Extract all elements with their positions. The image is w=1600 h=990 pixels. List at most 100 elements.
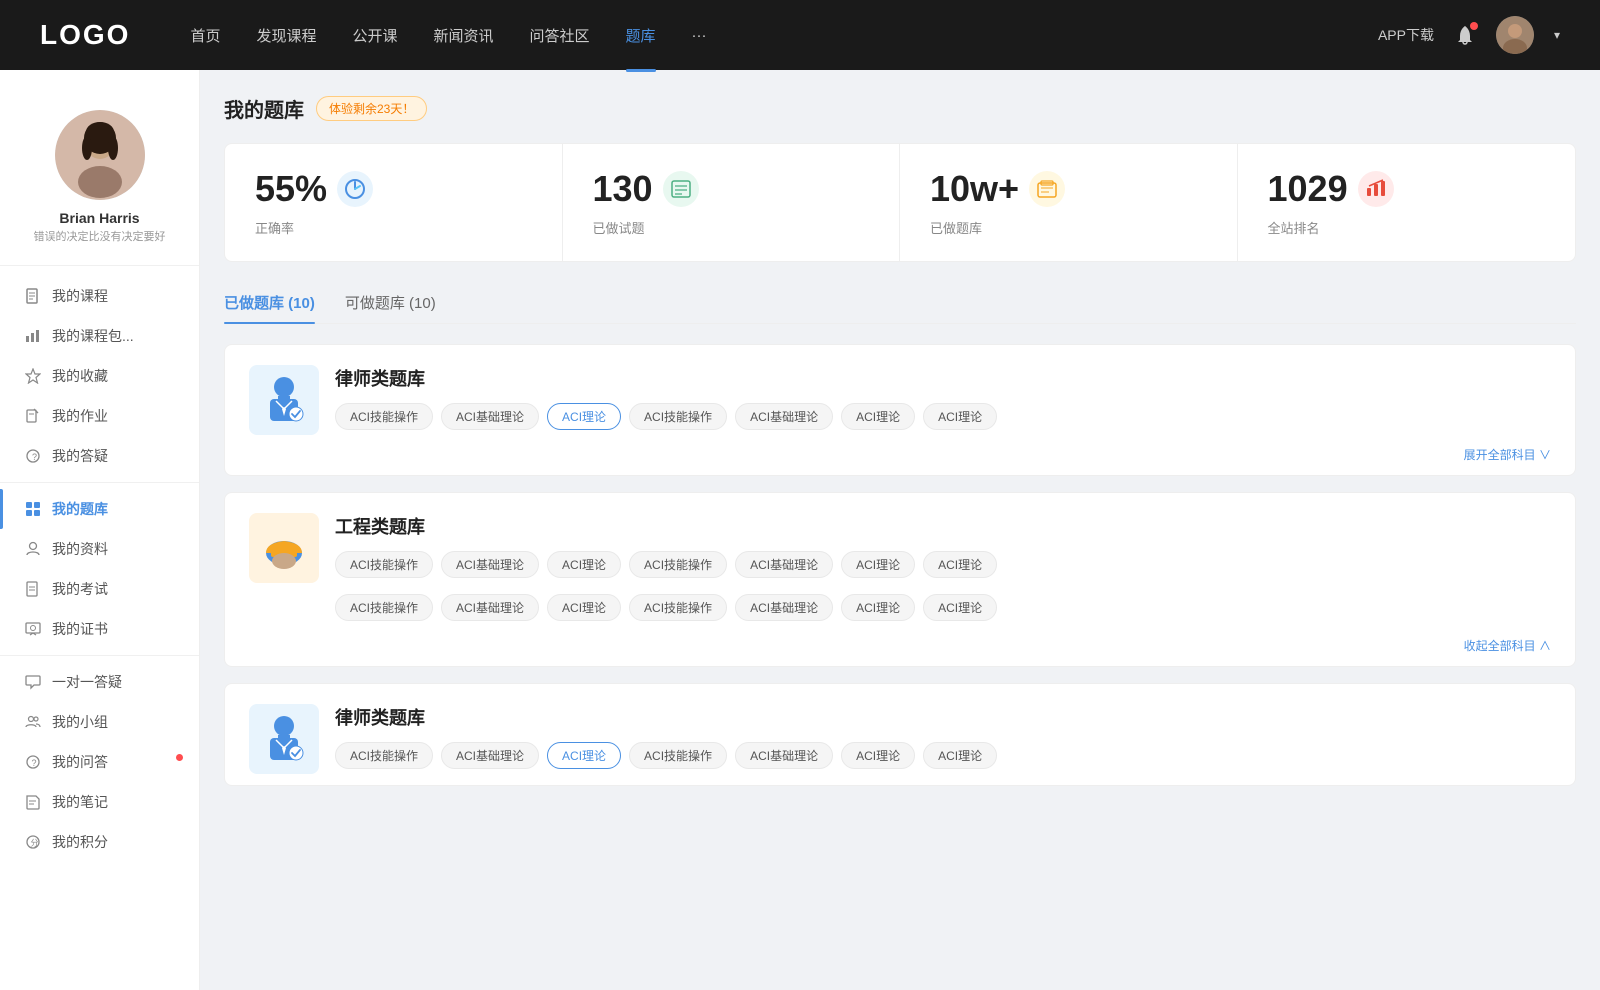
sidebar-label-cert: 我的证书: [52, 619, 108, 639]
stats-row: 55% 正确率 130 已做试题 10w+: [224, 143, 1576, 262]
tag-l1-7[interactable]: ACI理论: [923, 403, 997, 430]
group-icon: [24, 713, 42, 731]
tag-e1-6[interactable]: ACI理论: [841, 551, 915, 578]
sidebar-divider-1: [0, 482, 199, 483]
profile-section: Brian Harris 错误的决定比没有决定要好: [0, 90, 199, 266]
tag-e2-6[interactable]: ACI理论: [841, 594, 915, 621]
tag-l2-1[interactable]: ACI技能操作: [335, 742, 433, 769]
sidebar-menu: 我的课程 我的课程包... 我的收藏 我的作业: [0, 276, 199, 862]
stat-done-q-label: 已做试题: [593, 218, 870, 237]
navbar-right: APP下载 ▾: [1378, 16, 1560, 54]
tag-e1-7[interactable]: ACI理论: [923, 551, 997, 578]
tag-l1-2[interactable]: ACI基础理论: [441, 403, 539, 430]
accuracy-icon: [337, 171, 373, 207]
sidebar-item-cert[interactable]: 我的证书: [0, 609, 199, 649]
main-wrapper: Brian Harris 错误的决定比没有决定要好 我的课程 我的课程包...: [0, 0, 1600, 990]
sidebar-item-exam[interactable]: 我的考试: [0, 569, 199, 609]
user-menu-chevron[interactable]: ▾: [1554, 28, 1560, 42]
bank-tags-lawyer-2: ACI技能操作 ACI基础理论 ACI理论 ACI技能操作 ACI基础理论 AC…: [335, 742, 1551, 785]
tag-e1-4[interactable]: ACI技能操作: [629, 551, 727, 578]
sidebar-item-notes[interactable]: 我的笔记: [0, 782, 199, 822]
bank-card-engineer-1: 工程类题库 ACI技能操作 ACI基础理论 ACI理论 ACI技能操作 ACI基…: [224, 492, 1576, 667]
done-q-icon: [663, 171, 699, 207]
doc-icon: [24, 287, 42, 305]
score-icon: 分: [24, 833, 42, 851]
stat-accuracy: 55% 正确率: [225, 144, 563, 261]
sidebar-label-myqa: 我的问答: [52, 752, 108, 772]
nav-qa[interactable]: 问答社区: [530, 25, 590, 46]
tag-l2-4[interactable]: ACI技能操作: [629, 742, 727, 769]
tag-l1-6[interactable]: ACI理论: [841, 403, 915, 430]
svg-text:?: ?: [32, 452, 37, 462]
tag-l2-3[interactable]: ACI理论: [547, 742, 621, 769]
user-avatar[interactable]: [1496, 16, 1534, 54]
trial-badge: 体验剩余23天！: [316, 96, 427, 121]
sidebar-item-1on1[interactable]: 一对一答疑: [0, 662, 199, 702]
expand-link-lawyer-1[interactable]: 展开全部科目 ∨: [225, 446, 1575, 475]
tag-e1-2[interactable]: ACI基础理论: [441, 551, 539, 578]
file-icon: [24, 580, 42, 598]
tag-e2-2[interactable]: ACI基础理论: [441, 594, 539, 621]
bank-card-lawyer-1: 律师类题库 ACI技能操作 ACI基础理论 ACI理论 ACI技能操作 ACI基…: [224, 344, 1576, 476]
tag-e1-1[interactable]: ACI技能操作: [335, 551, 433, 578]
tag-l1-1[interactable]: ACI技能操作: [335, 403, 433, 430]
sidebar-label-notes: 我的笔记: [52, 792, 108, 812]
sidebar-item-bank[interactable]: 我的题库: [0, 489, 199, 529]
sidebar-label-exam: 我的考试: [52, 579, 108, 599]
bank-icon-lawyer-2: [249, 704, 319, 774]
tag-e2-7[interactable]: ACI理论: [923, 594, 997, 621]
sidebar-label-favorites: 我的收藏: [52, 366, 108, 386]
collapse-link-engineer[interactable]: 收起全部科目 ∧: [225, 637, 1575, 666]
svg-text:分: 分: [31, 839, 39, 848]
stat-done-q-value: 130: [593, 168, 653, 210]
nav-more[interactable]: ···: [692, 27, 707, 44]
tag-l2-6[interactable]: ACI理论: [841, 742, 915, 769]
stat-rank-value: 1029: [1268, 168, 1348, 210]
profile-avatar: [55, 110, 145, 200]
sidebar-item-qa[interactable]: ? 我的答疑: [0, 436, 199, 476]
sidebar-item-course-pkg[interactable]: 我的课程包...: [0, 316, 199, 356]
tag-e1-5[interactable]: ACI基础理论: [735, 551, 833, 578]
nav-home[interactable]: 首页: [190, 25, 220, 46]
chat-icon: [24, 673, 42, 691]
stat-done-questions: 130 已做试题: [563, 144, 901, 261]
sidebar-label-group: 我的小组: [52, 712, 108, 732]
tag-l1-3[interactable]: ACI理论: [547, 403, 621, 430]
sidebar-item-group[interactable]: 我的小组: [0, 702, 199, 742]
sidebar-label-bank: 我的题库: [52, 499, 108, 519]
sidebar-item-course[interactable]: 我的课程: [0, 276, 199, 316]
sidebar-item-favorites[interactable]: 我的收藏: [0, 356, 199, 396]
sidebar-divider-2: [0, 655, 199, 656]
bank-card-lawyer-2: 律师类题库 ACI技能操作 ACI基础理论 ACI理论 ACI技能操作 ACI基…: [224, 683, 1576, 786]
app-download-link[interactable]: APP下载: [1378, 25, 1434, 45]
sidebar-item-myqa[interactable]: ? 我的问答: [0, 742, 199, 782]
tag-e2-5[interactable]: ACI基础理论: [735, 594, 833, 621]
people-icon: [24, 540, 42, 558]
tag-e2-3[interactable]: ACI理论: [547, 594, 621, 621]
tag-l1-5[interactable]: ACI基础理论: [735, 403, 833, 430]
nav-news[interactable]: 新闻资讯: [434, 25, 494, 46]
sidebar-item-profile[interactable]: 我的资料: [0, 529, 199, 569]
nav-open-course[interactable]: 公开课: [352, 25, 397, 46]
tag-e1-3[interactable]: ACI理论: [547, 551, 621, 578]
tab-done[interactable]: 已做题库 (10): [224, 282, 315, 323]
bank-icon-engineer-1: [249, 513, 319, 583]
tag-e2-4[interactable]: ACI技能操作: [629, 594, 727, 621]
sidebar-item-homework[interactable]: 我的作业: [0, 396, 199, 436]
main-content: 我的题库 体验剩余23天！ 55% 正确率 130: [200, 70, 1600, 990]
tag-l2-7[interactable]: ACI理论: [923, 742, 997, 769]
bank-tags-lawyer-1: ACI技能操作 ACI基础理论 ACI理论 ACI技能操作 ACI基础理论 AC…: [335, 403, 1551, 446]
tag-l1-4[interactable]: ACI技能操作: [629, 403, 727, 430]
nav-menu: 首页 发现课程 公开课 新闻资讯 问答社区 题库 ···: [190, 25, 1378, 46]
notification-bell[interactable]: [1454, 24, 1476, 46]
tag-l2-5[interactable]: ACI基础理论: [735, 742, 833, 769]
bank-title-lawyer-1: 律师类题库: [335, 365, 1551, 391]
tag-e2-1[interactable]: ACI技能操作: [335, 594, 433, 621]
tag-l2-2[interactable]: ACI基础理论: [441, 742, 539, 769]
nav-discover[interactable]: 发现课程: [256, 25, 316, 46]
tab-available[interactable]: 可做题库 (10): [345, 282, 436, 323]
sidebar-item-points[interactable]: 分 我的积分: [0, 822, 199, 862]
done-b-icon: [1029, 171, 1065, 207]
nav-bank[interactable]: 题库: [626, 25, 656, 46]
page-title: 我的题库: [224, 94, 304, 123]
